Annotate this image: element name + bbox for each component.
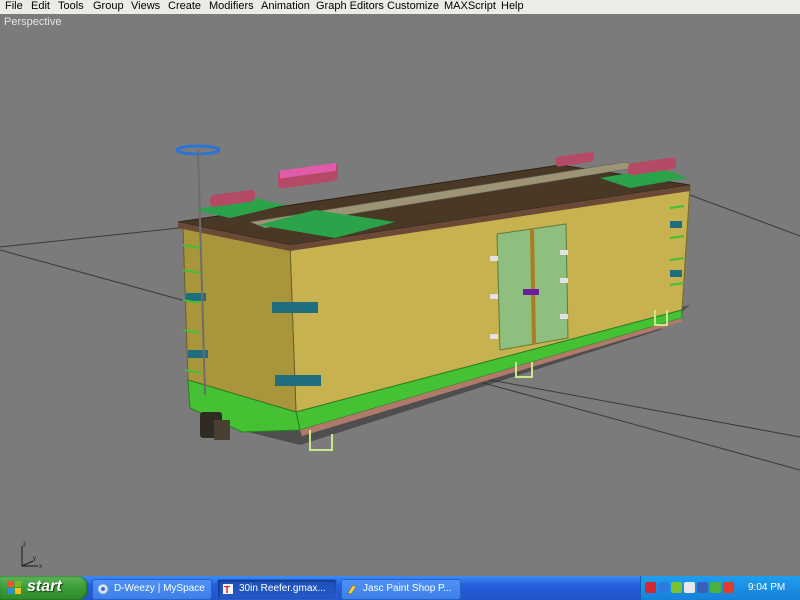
- axis-z-label: z: [23, 542, 26, 548]
- system-tray: 9:04 PM: [640, 576, 800, 600]
- tray-display-icon[interactable]: [697, 582, 708, 593]
- menu-graph-editors[interactable]: Graph Editors: [314, 0, 386, 14]
- scene-render: [0, 144, 800, 471]
- gmax-icon: T: [223, 584, 233, 595]
- tray-app-icon[interactable]: [723, 582, 734, 593]
- start-label: start: [27, 578, 62, 595]
- axis-tripod-icon: z x y: [21, 542, 42, 570]
- task-button-paint-shop[interactable]: Jasc Paint Shop P...: [341, 579, 461, 600]
- paint-shop-icon: [347, 584, 357, 595]
- axis-y-label: y: [33, 556, 36, 562]
- tray-network-icon[interactable]: [658, 582, 669, 593]
- tray-sound-icon[interactable]: [710, 582, 721, 593]
- menu-group[interactable]: Group: [91, 0, 126, 14]
- menu-views[interactable]: Views: [129, 0, 162, 14]
- menu-maxscript[interactable]: MAXScript: [442, 0, 498, 14]
- task-label: D-Weezy | MySpace: [114, 583, 205, 594]
- menu-tools[interactable]: Tools: [56, 0, 86, 14]
- menu-bar: File Edit Tools Group Views Create Modif…: [0, 0, 800, 15]
- task-label: 30in Reefer.gmax...: [239, 583, 326, 594]
- start-button[interactable]: start: [0, 576, 88, 600]
- browser-icon: [97, 583, 109, 595]
- axis-x-label: x: [39, 564, 42, 570]
- menu-help[interactable]: Help: [499, 0, 526, 14]
- svg-text:T: T: [224, 585, 230, 595]
- grid-line-right: [689, 194, 800, 237]
- perspective-viewport[interactable]: Perspective z x y: [0, 14, 800, 575]
- task-button-myspace[interactable]: D-Weezy | MySpace: [92, 579, 212, 600]
- door-latch: [523, 289, 539, 295]
- windows-logo-icon: [8, 581, 21, 594]
- clock[interactable]: 9:04 PM: [748, 576, 785, 600]
- task-label: Jasc Paint Shop P...: [363, 583, 452, 594]
- menu-create[interactable]: Create: [166, 0, 203, 14]
- door-seam: [530, 228, 536, 345]
- menu-edit[interactable]: Edit: [29, 0, 52, 14]
- viewport-label[interactable]: Perspective: [4, 16, 61, 28]
- menu-customize[interactable]: Customize: [385, 0, 441, 14]
- tray-antivirus-icon[interactable]: [645, 582, 656, 593]
- tray-update-icon[interactable]: [671, 582, 682, 593]
- menu-file[interactable]: File: [3, 0, 25, 14]
- menu-animation[interactable]: Animation: [259, 0, 312, 14]
- task-button-gmax[interactable]: T 30in Reefer.gmax...: [217, 579, 337, 600]
- tray-messenger-icon[interactable]: [684, 582, 695, 593]
- menu-modifiers[interactable]: Modifiers: [207, 0, 256, 14]
